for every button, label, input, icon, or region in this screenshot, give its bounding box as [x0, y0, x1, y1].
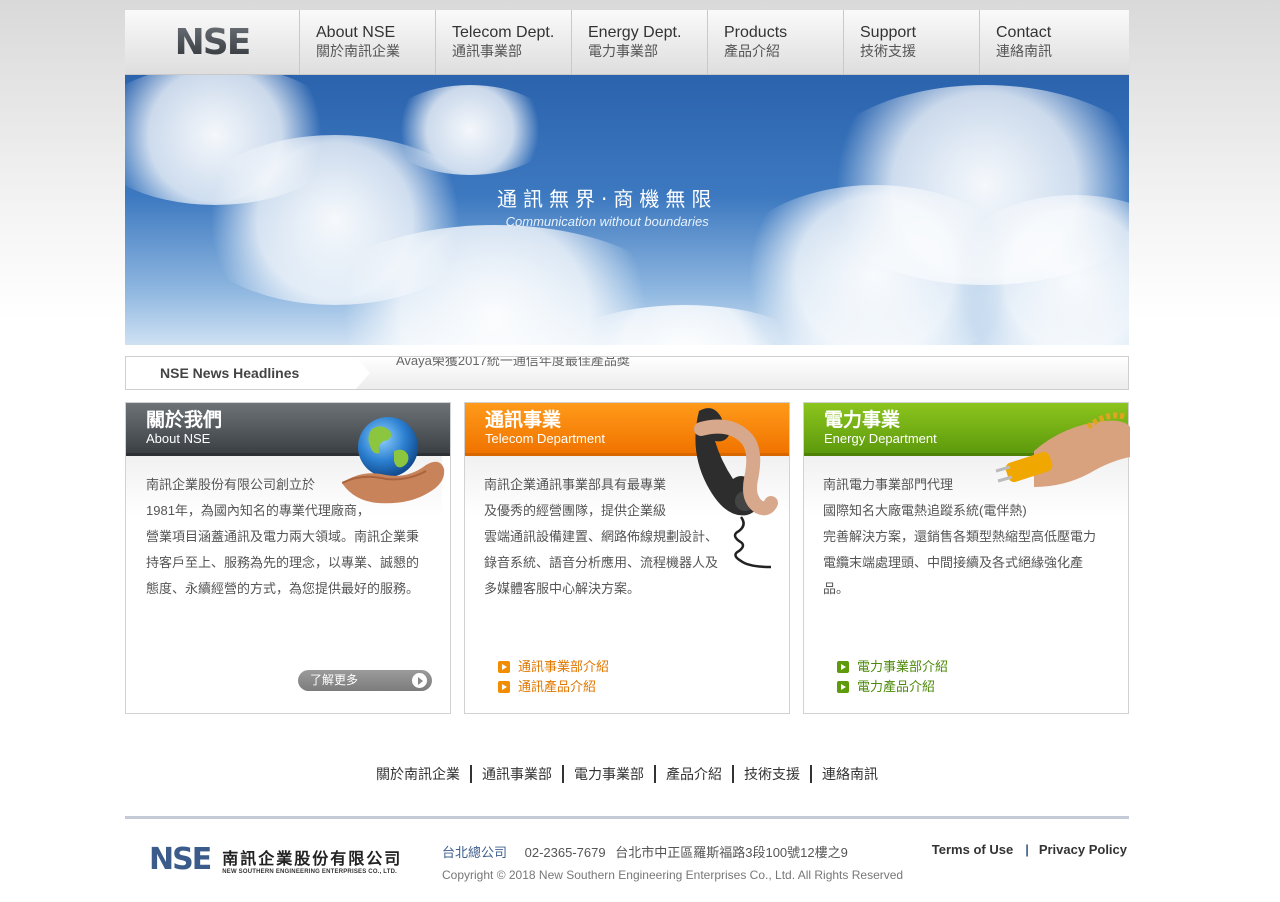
card-about: 關於我們 About NSE 南訊企業股份有限公司創立於 1981年，為國內知名… [125, 402, 451, 714]
cloud-shape [385, 85, 555, 175]
learn-more-button[interactable]: 了解更多 [298, 670, 432, 691]
nse-logo[interactable]: NSE [125, 10, 300, 74]
electric-plug-icon [995, 412, 1130, 487]
footer-company-names: 南訊企業股份有限公司 NEW SOUTHERN ENGINEERING ENTE… [222, 845, 402, 875]
footer-link-contact[interactable]: 連絡南訊 [822, 766, 878, 782]
nav-item-contact[interactable]: Contact 連絡南訊 [980, 10, 1128, 74]
nav-item-telecom[interactable]: Telecom Dept. 通訊事業部 [436, 10, 572, 74]
nav-item-support[interactable]: Support 技術支援 [844, 10, 980, 74]
nav-label-en: Products [724, 24, 788, 41]
link-label: 通訊事業部介紹 [518, 659, 610, 674]
nav-label-zh: 關於南訊企業 [316, 43, 400, 59]
contact-info: 台北總公司 02-2365-7679 台北市中正區羅斯福路3段100號12樓之9 [442, 842, 848, 861]
footer-nav: 關於南訊企業 通訊事業部 電力事業部 產品介紹 技術支援 連絡南訊 [125, 764, 1129, 784]
energy-dept-intro-link[interactable]: 電力事業部介紹 [837, 657, 948, 677]
banner-slogan-en: Communication without boundaries [505, 214, 709, 229]
card-telecom: 通訊事業 Telecom Department 南訊企業通訊事業部具有最專業 及… [464, 402, 790, 714]
nav-item-products[interactable]: Products 產品介紹 [708, 10, 844, 74]
page-container: NSE About NSE 關於南訊企業 Telecom Dept. 通訊事業部… [125, 10, 1130, 882]
card-text-line: 品。 [823, 581, 850, 596]
nav-label-zh: 技術支援 [860, 43, 916, 59]
footer-link-telecom[interactable]: 通訊事業部 [482, 766, 552, 782]
news-bar: NSE News Headlines Avaya榮獲2017統一通信年度最佳產品… [125, 356, 1129, 390]
footer-link-support[interactable]: 技術支援 [744, 766, 800, 782]
card-text-line: 營業項目涵蓋通訊及電力兩大領域。南訊企業秉 [146, 529, 420, 544]
telecom-dept-intro-link[interactable]: 通訊事業部介紹 [498, 657, 609, 677]
nav-label-zh: 電力事業部 [588, 43, 658, 59]
nav-label-zh: 產品介紹 [724, 43, 780, 59]
company-name-zh: 南訊企業股份有限公司 [222, 848, 403, 868]
copyright: Copyright © 2018 New Southern Engineerin… [442, 868, 904, 882]
company-name-en: NEW SOUTHERN ENGINEERING ENTERPRISES CO.… [222, 868, 397, 875]
terms-of-use-link[interactable]: Terms of Use [932, 842, 1013, 857]
card-energy: 電力事業 Energy Department 南訊電力事業部門代理 國際知名大廠… [803, 402, 1130, 714]
nav-label-en: Energy Dept. [588, 24, 682, 41]
top-nav: NSE About NSE 關於南訊企業 Telecom Dept. 通訊事業部… [125, 10, 1129, 75]
news-ticker: Avaya榮獲2017統一通信年度最佳產品獎 [356, 357, 1128, 389]
divider [562, 765, 564, 783]
nav-label-en: Contact [996, 24, 1052, 41]
phone-number: 02-2365-7679 [524, 845, 606, 860]
footer-logo-mark: NSE [149, 842, 212, 877]
news-label: NSE News Headlines [126, 357, 370, 389]
card-links: 通訊事業部介紹 通訊產品介紹 [498, 657, 609, 697]
learn-more-label: 了解更多 [310, 673, 359, 687]
arrow-right-icon [498, 681, 510, 693]
card-text-line: 態度、永續經營的方式，為您提供最好的服務。 [146, 581, 420, 596]
link-label: 通訊產品介紹 [518, 679, 597, 694]
nav-item-energy[interactable]: Energy Dept. 電力事業部 [572, 10, 708, 74]
nav-label-zh: 連絡南訊 [996, 43, 1052, 59]
nav-label-en: About NSE [316, 24, 396, 41]
banner-slogan-zh: 通訊無界·商機無限 [497, 187, 718, 211]
globe-in-hand-icon [342, 417, 445, 504]
play-icon [412, 673, 427, 688]
hq-label: 台北總公司 [442, 845, 508, 860]
department-cards: 關於我們 About NSE 南訊企業股份有限公司創立於 1981年，為國內知名… [125, 402, 1130, 714]
card-text-line: 完善解決方案，還銷售各類型熱縮型高低壓電力 [823, 529, 1097, 544]
nav-item-about[interactable]: About NSE 關於南訊企業 [300, 10, 436, 74]
divider [732, 765, 734, 783]
policy-links: Terms of Use | Privacy Policy [932, 842, 1127, 857]
news-headline[interactable]: Avaya榮獲2017統一通信年度最佳產品獎 [396, 357, 1128, 368]
telephone-handset-icon [694, 408, 778, 569]
card-text-line: 電纜末端處理頭、中間接續及各式絕緣強化產 [823, 555, 1084, 570]
privacy-policy-link[interactable]: Privacy Policy [1039, 842, 1127, 857]
address: 台北市中正區羅斯福路3段100號12樓之9 [615, 845, 848, 860]
card-text-line: 多媒體客服中心解決方案。 [484, 581, 641, 596]
footer-link-about[interactable]: 關於南訊企業 [376, 766, 460, 782]
arrow-right-icon [498, 661, 510, 673]
link-label: 電力產品介紹 [857, 679, 936, 694]
nav-label-zh: 通訊事業部 [452, 43, 522, 59]
footer-divider [125, 816, 1129, 819]
card-text-line: 國際知名大廠電熱追蹤系統(電伴熱) [823, 503, 1027, 518]
divider: | [1025, 842, 1029, 857]
footer: NSE 南訊企業股份有限公司 NEW SOUTHERN ENGINEERING … [125, 828, 1129, 888]
telecom-products-link[interactable]: 通訊產品介紹 [498, 677, 609, 697]
card-links: 電力事業部介紹 電力產品介紹 [837, 657, 948, 697]
arrow-right-icon [837, 661, 849, 673]
divider [654, 765, 656, 783]
logo-text: NSE [174, 21, 252, 63]
arrow-right-icon [837, 681, 849, 693]
nav-label-en: Support [860, 24, 917, 41]
nav-label-en: Telecom Dept. [452, 24, 555, 41]
link-label: 電力事業部介紹 [857, 659, 949, 674]
card-text-line: 持客戶至上、服務為先的理念，以專業、誠懇的 [146, 555, 420, 570]
banner-slogan: 通訊無界·商機無限 Communication without boundari… [497, 183, 717, 229]
divider [810, 765, 812, 783]
footer-logo: NSE 南訊企業股份有限公司 NEW SOUTHERN ENGINEERING … [149, 842, 402, 877]
hero-banner: 通訊無界·商機無限 Communication without boundari… [125, 75, 1129, 345]
footer-link-products[interactable]: 產品介紹 [666, 766, 722, 782]
divider [470, 765, 472, 783]
footer-link-energy[interactable]: 電力事業部 [574, 766, 644, 782]
energy-products-link[interactable]: 電力產品介紹 [837, 677, 948, 697]
